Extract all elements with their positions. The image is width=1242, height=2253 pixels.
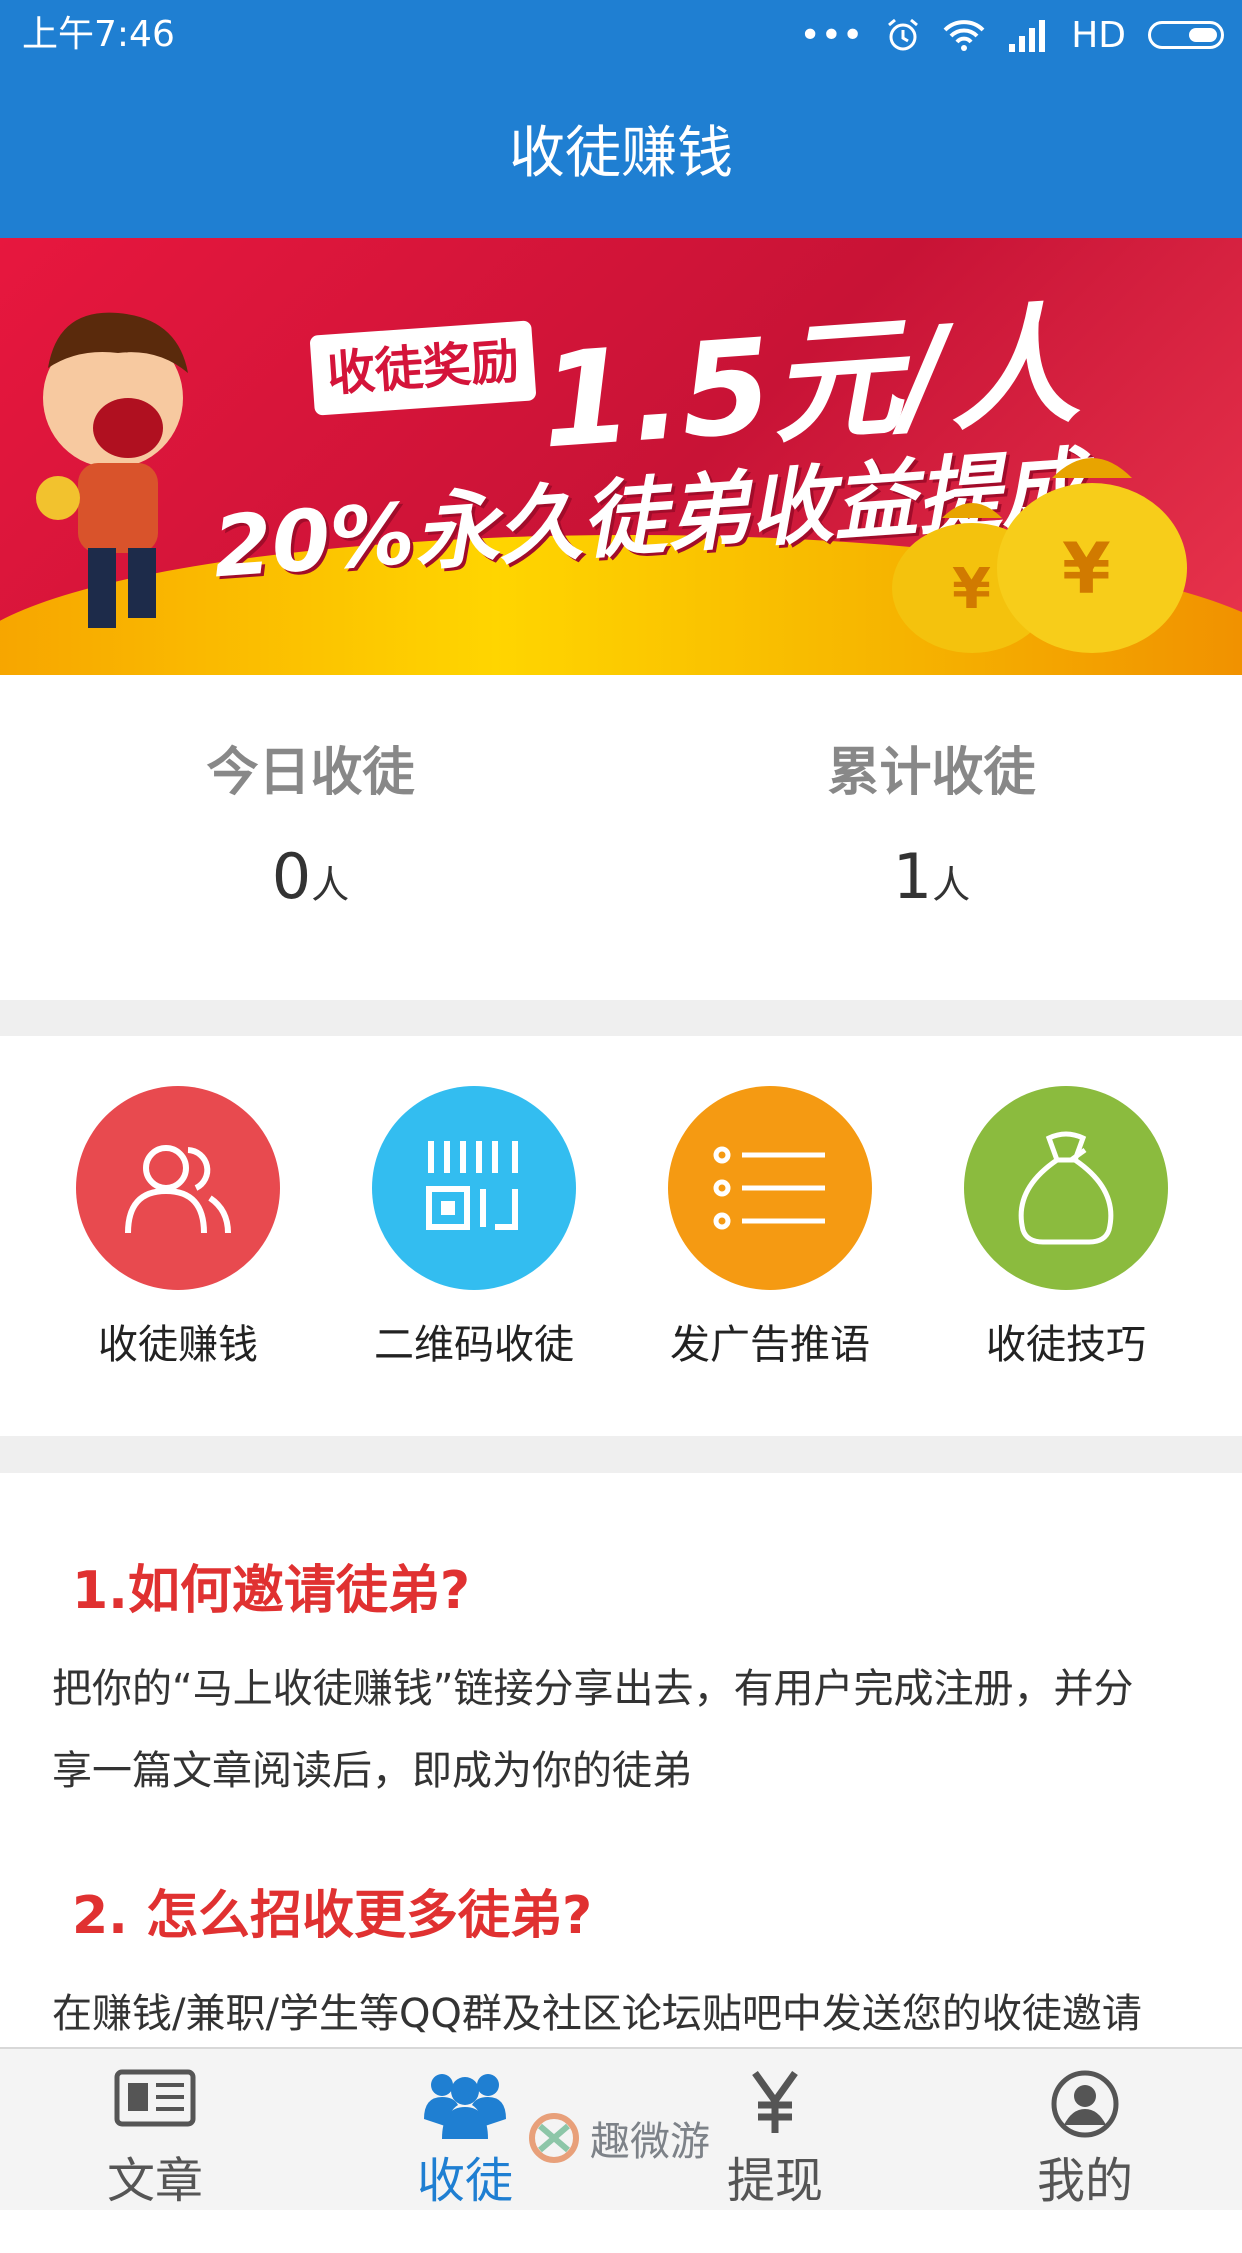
stat-unit: 人 [311, 863, 350, 907]
faq-answer-2-line1: 在赚钱/兼职/学生等QQ群及社区论坛贴吧中发送您的收徒邀请 [52, 1991, 1142, 2037]
stat-unit: 人 [932, 863, 971, 907]
money-bag-icon [964, 1086, 1168, 1290]
tab-label: 我的 [1036, 2153, 1133, 2209]
stat-value: 1人 [621, 840, 1242, 913]
alarm-icon [888, 18, 919, 51]
network-type: HD [1071, 14, 1126, 56]
qr-code-icon [372, 1086, 576, 1290]
tab-label: 文章 [106, 2153, 203, 2209]
stat-label: 今日收徒 [206, 743, 415, 803]
svg-text:¥: ¥ [952, 557, 991, 622]
stat-today: 今日收徒 0人 [0, 675, 621, 1000]
stat-label: 累计收徒 [827, 743, 1036, 803]
mascot-illustration [36, 312, 188, 628]
stat-number: 0 [271, 840, 312, 913]
feature-label: 发广告推语 [670, 1322, 870, 1368]
watermark-logo-icon [529, 2113, 579, 2163]
money-bags-illustration: ¥ ¥ [892, 458, 1187, 653]
battery-icon [1148, 21, 1224, 49]
feature-grid: 收徒赚钱 二维码收徒 发广告推语 收徒技巧 [0, 1036, 1242, 1436]
feature-label: 二维码收徒 [374, 1322, 574, 1368]
faq-question-2: 2. 怎么招收更多徒弟? [72, 1886, 593, 1946]
status-bar: 上午7:46 ••• HD [0, 0, 1242, 70]
feature-ad-copy[interactable]: 发广告推语 [640, 1086, 900, 1370]
watermark: 趣微游 [528, 2103, 718, 2173]
status-icons: ••• HD [799, 10, 1224, 60]
signal-icon [1009, 20, 1046, 52]
feature-recruit-earn[interactable]: 收徒赚钱 [48, 1086, 308, 1370]
svg-text:¥: ¥ [1062, 528, 1111, 610]
tab-mine[interactable]: 我的 [960, 2049, 1210, 2210]
banner-tag: 收徒奖励 [309, 320, 537, 416]
recruit-stats: 今日收徒 0人 累计收徒 1人 [0, 675, 1242, 1000]
page-title: 收徒赚钱 [509, 121, 733, 186]
feature-qr-recruit[interactable]: 二维码收徒 [344, 1086, 604, 1370]
feature-label: 收徒赚钱 [98, 1322, 258, 1368]
stat-value: 0人 [0, 840, 621, 913]
more-dots-icon: ••• [799, 14, 864, 56]
feature-recruit-tips[interactable]: 收徒技巧 [936, 1086, 1196, 1370]
list-icon [668, 1086, 872, 1290]
tab-articles[interactable]: 文章 [30, 2049, 280, 2210]
faq-answer-1-line1: 把你的“马上收徒赚钱”链接分享出去，有用户完成注册，并分 [52, 1666, 1134, 1712]
promo-banner[interactable]: 收徒奖励 1.5元/人 20%永久徒弟收益提成 ¥ ¥ [0, 238, 1242, 675]
feature-label: 收徒技巧 [986, 1322, 1146, 1368]
profile-icon [960, 2069, 1210, 2139]
stat-number: 1 [892, 840, 933, 913]
status-time: 上午7:46 [22, 14, 175, 55]
newspaper-icon [30, 2069, 280, 2139]
watermark-text: 趣微游 [590, 2119, 710, 2165]
people-icon [76, 1086, 280, 1290]
stat-total: 累计收徒 1人 [621, 675, 1242, 1000]
wifi-icon [943, 20, 985, 51]
faq-answer-1-line2: 享一篇文章阅读后，即成为你的徒弟 [52, 1748, 692, 1794]
faq-question-1: 1.如何邀请徒弟? [72, 1561, 471, 1621]
app-bar: 收徒赚钱 [0, 70, 1242, 238]
